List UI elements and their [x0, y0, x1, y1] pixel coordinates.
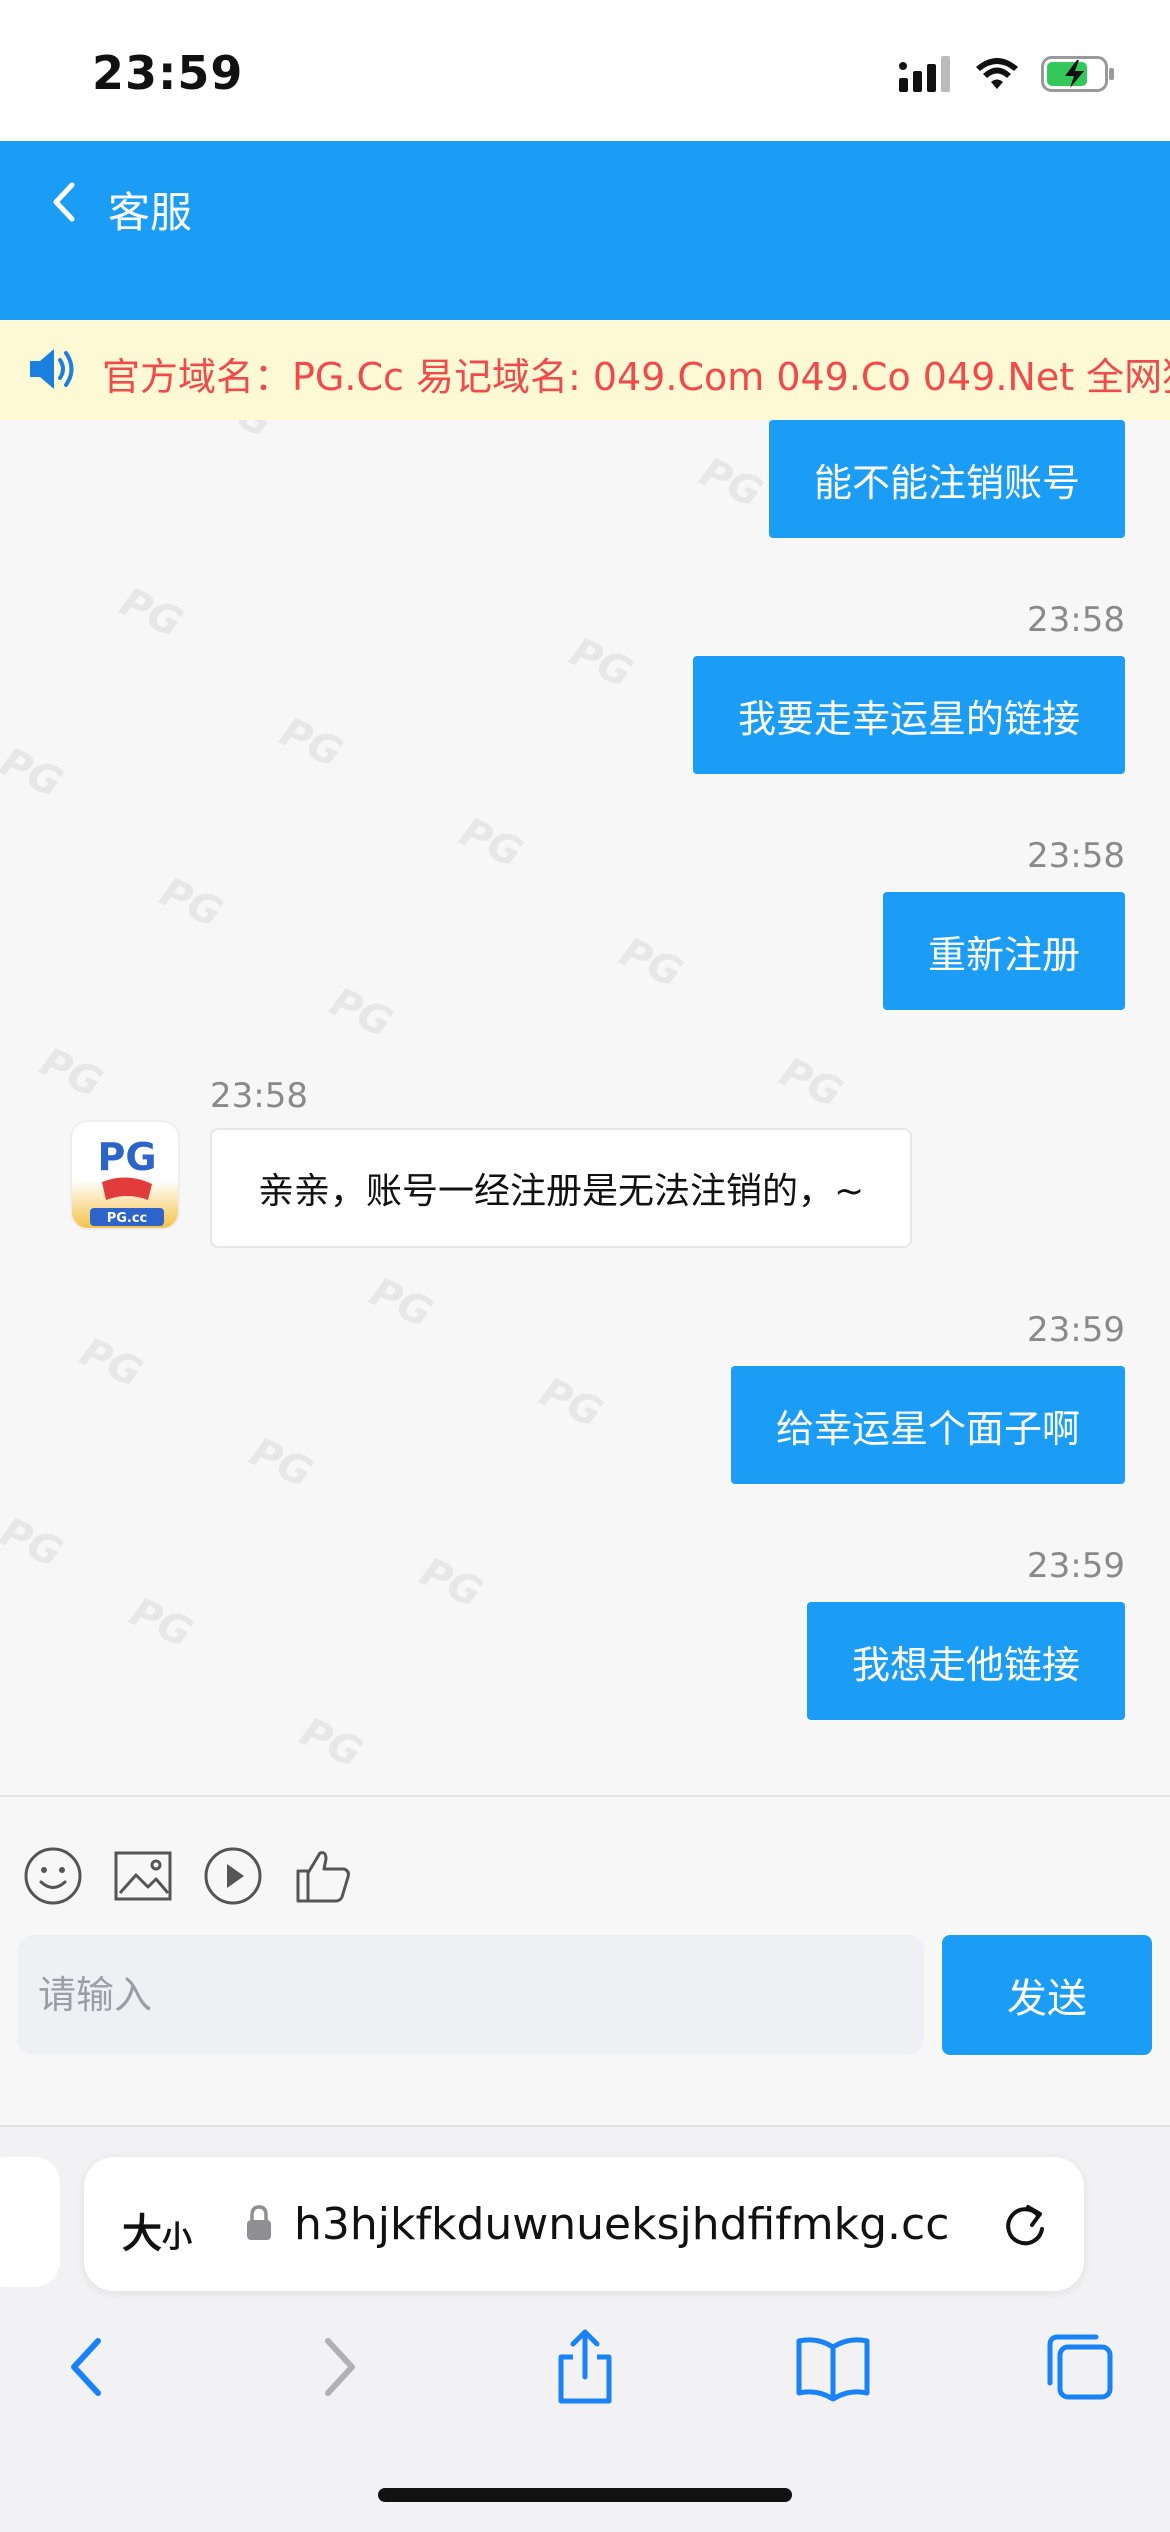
emoji-icon[interactable] [22, 1845, 84, 1907]
video-icon[interactable] [202, 1845, 264, 1907]
message-bubble-outgoing[interactable]: 我要走幸运星的链接 [692, 656, 1125, 774]
signal-icon [899, 56, 950, 92]
watermark: PG [323, 979, 399, 1047]
message-time: 23:58 [1027, 836, 1125, 876]
text-size-button[interactable]: 大小 [122, 2201, 192, 2259]
watermark: PG [113, 579, 189, 647]
message-bubble-outgoing[interactable]: 重新注册 [882, 892, 1125, 1010]
text-size-label: 大 [122, 2211, 162, 2257]
chat-messages[interactable]: PG PG PG PG PG PG PG PG PG PG PG PG PG P… [0, 420, 1170, 1795]
reload-icon[interactable] [1000, 2201, 1050, 2251]
message-bubble-outgoing[interactable]: 给幸运星个面子啊 [730, 1366, 1125, 1484]
notice-banner: 官方域名：PG.Cc 易记域名: 049.Com 049.Co 049.Net … [0, 320, 1170, 420]
watermark: PG [563, 629, 639, 697]
home-indicator[interactable] [378, 2488, 792, 2502]
send-button[interactable]: 发送 [942, 1935, 1152, 2055]
message-bubble-outgoing[interactable]: 能不能注销账号 [768, 420, 1125, 538]
watermark: PG [613, 929, 689, 997]
watermark: PG [0, 739, 69, 807]
thumbs-up-icon[interactable] [292, 1845, 354, 1907]
watermark: PG [73, 1329, 149, 1397]
message-input[interactable] [18, 1935, 924, 2055]
watermark: PG [153, 869, 229, 937]
text-size-small-label: 小 [162, 2220, 192, 2255]
agent-avatar[interactable]: PG PG.cc [70, 1120, 180, 1230]
watermark: PG [273, 709, 349, 777]
watermark: PG [243, 1429, 319, 1497]
message-time: 23:59 [1027, 1310, 1125, 1350]
bookmarks-icon[interactable] [793, 2327, 873, 2407]
share-icon[interactable] [545, 2327, 625, 2407]
message-bubble-incoming[interactable]: 亲亲，账号一经注册是无法注销的，~ [210, 1128, 913, 1248]
watermark: PG [453, 809, 529, 877]
watermark: PG [293, 1709, 369, 1777]
previous-tab-preview[interactable] [0, 2157, 60, 2287]
address-bar[interactable]: 大小 h3hjkfkduwnueksjhdfifmkg.cc [84, 2157, 1084, 2291]
watermark: PG [33, 1039, 109, 1107]
watermark: PG [123, 1589, 199, 1657]
composer: 发送 [0, 1795, 1170, 2125]
chevron-left-icon[interactable] [38, 171, 90, 233]
watermark: PG [363, 1269, 439, 1337]
chat-header: 客服 [0, 141, 1170, 320]
avatar-logo-text: PG [97, 1135, 156, 1179]
watermark: PG [413, 1549, 489, 1617]
watermark: PG [0, 1509, 69, 1577]
back-icon[interactable] [48, 2327, 128, 2407]
wifi-icon [976, 58, 1018, 89]
lock-icon [247, 2205, 271, 2240]
speaker-icon [30, 349, 74, 389]
forward-icon[interactable] [298, 2327, 378, 2407]
watermark: PG [533, 1369, 609, 1437]
message-time: 23:58 [210, 1076, 308, 1116]
notice-text: 官方域名：PG.Cc 易记域名: 049.Com 049.Co 049.Net … [102, 355, 1170, 399]
watermark: PG [693, 449, 769, 517]
browser-toolbar: 大小 h3hjkfkduwnueksjhdfifmkg.cc [0, 2125, 1170, 2532]
status-time: 23:59 [92, 46, 244, 100]
page-title: 客服 [108, 188, 193, 237]
watermark: PG [773, 1049, 849, 1117]
status-icons [899, 52, 1115, 96]
watermark: PG [203, 420, 279, 447]
message-time: 23:58 [1027, 600, 1125, 640]
message-bubble-outgoing[interactable]: 我想走他链接 [806, 1602, 1125, 1720]
status-bar: 23:59 [0, 0, 1170, 141]
avatar-sub-text: PG.cc [107, 1211, 148, 1226]
tabs-icon[interactable] [1040, 2327, 1120, 2407]
pg-logo-icon: PG PG.cc [90, 1135, 164, 1226]
message-time: 23:59 [1027, 1546, 1125, 1586]
battery-icon [1041, 56, 1114, 92]
url-text[interactable]: h3hjkfkduwnueksjhdfifmkg.cc [294, 2199, 1014, 2250]
image-icon[interactable] [112, 1845, 174, 1907]
